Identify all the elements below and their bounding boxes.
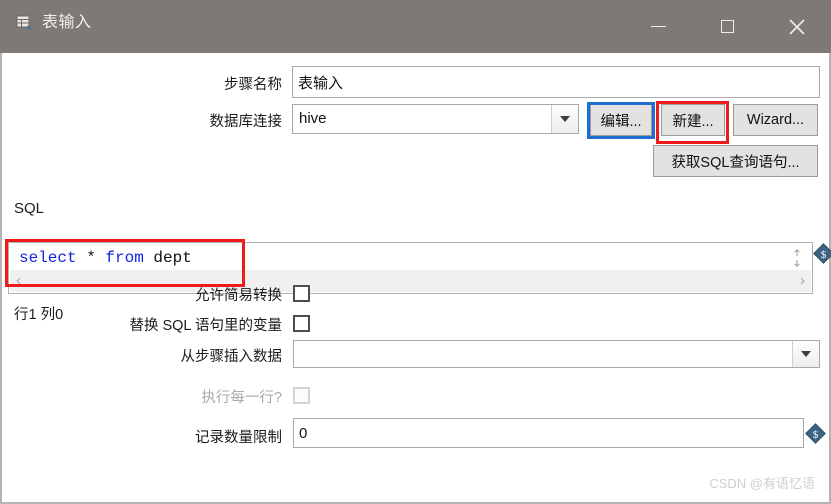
edit-connection-button[interactable]: 编辑... <box>590 104 652 136</box>
allow-lazy-conversion-label: 允许简易转换 <box>195 288 282 304</box>
step-name-input[interactable] <box>292 66 820 98</box>
db-connection-label: 数据库连接 <box>209 114 283 130</box>
close-icon[interactable] <box>762 0 831 53</box>
svg-text:$: $ <box>821 249 827 261</box>
minimize-icon[interactable] <box>624 0 693 53</box>
db-connection-value: hive <box>299 110 327 127</box>
execute-each-row-checkbox <box>293 387 310 404</box>
sql-editor-text: select * from dept <box>19 247 192 269</box>
sql-section-label: SQL <box>14 200 45 217</box>
scroll-left-icon[interactable]: ‹ <box>10 273 27 289</box>
window-controls <box>624 0 831 53</box>
sql-star: * <box>76 249 106 267</box>
table-input-icon <box>16 14 33 31</box>
step-name-label: 步骤名称 <box>224 77 282 93</box>
chevron-down-icon[interactable] <box>792 341 819 367</box>
replace-variables-label: 替换 SQL 语句里的变量 <box>129 318 282 334</box>
resize-handle-icon[interactable] <box>788 249 806 267</box>
insert-data-from-step-combo[interactable] <box>293 340 820 368</box>
title-bar-left: 表输入 <box>16 14 92 31</box>
row-limit-input[interactable] <box>293 418 804 448</box>
title-bar: 表输入 <box>0 0 831 53</box>
variable-dollar-icon[interactable]: $ <box>805 423 826 444</box>
svg-text:$: $ <box>813 429 819 441</box>
chevron-down-icon[interactable] <box>551 105 578 133</box>
sql-editor[interactable]: select * from dept ‹ › <box>8 242 813 294</box>
cursor-position-status: 行1 列0 <box>14 307 64 323</box>
sql-keyword-select: select <box>19 249 77 267</box>
allow-lazy-conversion-checkbox[interactable] <box>293 285 310 302</box>
watermark: CSDN @有语忆语 <box>709 476 815 491</box>
sql-keyword-from: from <box>105 249 144 267</box>
variable-dollar-icon[interactable]: $ <box>813 243 831 264</box>
insert-data-from-step-label: 从步骤插入数据 <box>180 349 283 365</box>
row-limit-label: 记录数量限制 <box>195 430 282 446</box>
get-sql-statement-button[interactable]: 获取SQL查询语句... <box>653 145 818 177</box>
execute-each-row-label: 执行每一行? <box>201 390 282 406</box>
sql-horizontal-scrollbar[interactable]: ‹ › <box>10 270 811 292</box>
window-title: 表输入 <box>42 14 92 31</box>
maximize-icon[interactable] <box>693 0 762 53</box>
db-connection-combo[interactable]: hive <box>292 104 579 134</box>
dialog-body: 步骤名称 数据库连接 hive 编辑... 新建... Wizard... 获取… <box>0 53 831 504</box>
wizard-button[interactable]: Wizard... <box>733 104 818 136</box>
replace-variables-checkbox[interactable] <box>293 315 310 332</box>
table-input-dialog: 表输入 步骤名称 数据库连接 hive 编 <box>0 0 831 504</box>
new-connection-button[interactable]: 新建... <box>661 104 725 136</box>
scroll-right-icon[interactable]: › <box>794 273 811 289</box>
sql-table-name: dept <box>143 249 192 267</box>
